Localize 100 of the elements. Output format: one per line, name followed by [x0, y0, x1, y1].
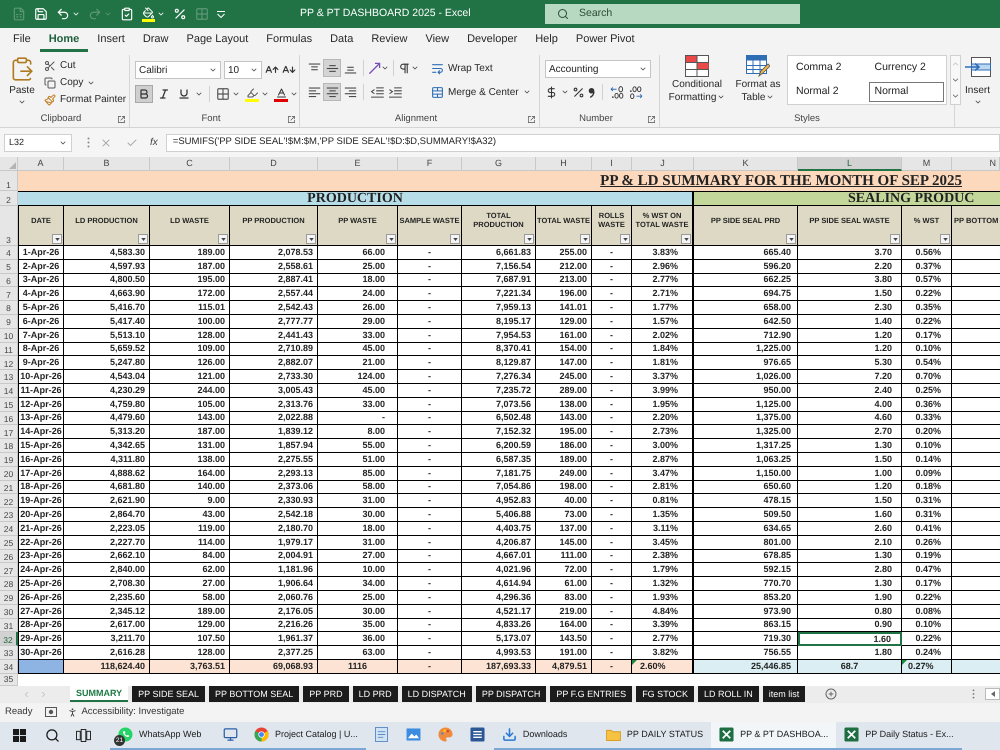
caret-icon[interactable]	[639, 65, 647, 73]
formula-input[interactable]: =SUMIFS('PP SIDE SEAL'!$M:$M,'PP SIDE SEAL'!$D:$D,SUMMARY!$A32)	[166, 134, 1000, 152]
row-number[interactable]: 5	[0, 260, 18, 274]
name-box[interactable]: L32	[4, 134, 72, 152]
save-icon[interactable]	[34, 7, 48, 21]
caret-icon[interactable]	[381, 64, 389, 72]
ribbon-tab[interactable]: Developer	[458, 30, 526, 52]
paste-button[interactable]: Paste	[5, 55, 39, 108]
row-number[interactable]: 9	[0, 314, 18, 329]
row-number[interactable]: 3	[0, 206, 18, 246]
row-number[interactable]: 11	[0, 342, 18, 356]
number-format-dropdown[interactable]: Accounting	[545, 60, 651, 78]
sheet-tab[interactable]: LD DISPATCH	[402, 686, 472, 702]
caret-icon[interactable]	[766, 92, 774, 101]
decrease-indent-icon[interactable]	[370, 86, 384, 98]
caret-icon[interactable]	[217, 10, 225, 18]
taskbar-item[interactable]: Project Catalog | U...	[246, 722, 366, 750]
taskbar-item[interactable]: Downloads	[494, 722, 598, 750]
decrease-decimal-icon[interactable]	[628, 86, 643, 98]
caret-icon[interactable]	[261, 90, 269, 98]
row-number[interactable]: 24	[0, 522, 18, 536]
row-number[interactable]: 17	[0, 425, 18, 440]
conditional-formatting-button[interactable]: Conditional Formatting	[665, 55, 729, 104]
column-header[interactable]: L	[798, 157, 902, 171]
insert-button[interactable]: Insert	[955, 55, 1000, 106]
caret-icon[interactable]	[522, 88, 531, 96]
sheet-tab[interactable]: FG STOCK	[636, 686, 694, 702]
align-button[interactable]	[323, 83, 341, 101]
row-number[interactable]: 23	[0, 508, 18, 522]
sheet-tab[interactable]: LD ROLL IN	[698, 686, 759, 702]
cell-style-item[interactable]: Normal 2	[790, 82, 866, 102]
filter-button[interactable]	[218, 234, 228, 244]
horizontal-scroll-bar[interactable]	[985, 688, 1000, 700]
row-number[interactable]: 20	[0, 466, 18, 481]
increase-indent-icon[interactable]	[388, 86, 402, 98]
caret-icon[interactable]	[59, 138, 67, 146]
corner-triangle-icon[interactable]	[902, 660, 907, 665]
cut-button[interactable]: Cut	[44, 57, 126, 74]
corner-arrow-icon[interactable]	[288, 116, 295, 123]
sheet-tab[interactable]: LD PRD	[352, 686, 398, 702]
font-color-icon[interactable]	[274, 86, 288, 102]
row-number[interactable]: 4	[0, 246, 18, 260]
start-icon[interactable]	[12, 729, 26, 742]
align-button[interactable]	[323, 59, 341, 77]
grid-icon[interactable]	[216, 87, 230, 101]
ribbon-tab[interactable]: Data	[321, 30, 362, 52]
copy-button[interactable]: Copy	[44, 74, 126, 91]
row-number[interactable]: 32	[0, 632, 18, 646]
panels-icon[interactable]	[76, 729, 90, 742]
row-number[interactable]: 16	[0, 412, 18, 426]
row-number[interactable]: 25	[0, 536, 18, 550]
caret-icon[interactable]	[157, 10, 165, 18]
row-number[interactable]: 31	[0, 618, 18, 632]
sheet-tab[interactable]: PP DISPATCH	[476, 686, 546, 702]
cell-style-item[interactable]: Currency 2	[868, 58, 944, 78]
row-number[interactable]: 33	[0, 646, 18, 660]
row-number[interactable]: 14	[0, 384, 18, 398]
row-number[interactable]: 15	[0, 398, 18, 412]
filter-button[interactable]	[580, 234, 590, 244]
ribbon-tab[interactable]: Formulas	[257, 30, 322, 52]
ribbon-tab[interactable]: Help	[526, 30, 567, 52]
taskbar-item[interactable]: PP Daily Status - Ex...	[836, 722, 962, 750]
filter-button[interactable]	[138, 234, 148, 244]
percent-icon[interactable]	[572, 86, 585, 98]
accessibility-button[interactable]: Accessibility: Investigate	[67, 705, 184, 720]
row-number[interactable]: 30	[0, 604, 18, 619]
row-number[interactable]: 21	[0, 480, 18, 494]
row-number[interactable]: 10	[0, 328, 18, 343]
add-icon[interactable]	[825, 688, 838, 700]
row-number[interactable]: 18	[0, 439, 18, 453]
row-number[interactable]: 26	[0, 550, 18, 564]
filter-button[interactable]	[786, 234, 796, 244]
search-icon[interactable]	[44, 728, 60, 744]
comma-icon[interactable]	[588, 86, 595, 98]
bold-button[interactable]	[135, 85, 153, 103]
filter-button[interactable]	[524, 234, 534, 244]
sheet-tab[interactable]: PP SIDE SEAL	[132, 686, 206, 702]
format-as-table-button[interactable]: Format as Table	[732, 55, 784, 104]
sheet-tab[interactable]: PP BOTTOM SEAL	[209, 686, 300, 702]
caret-icon[interactable]	[561, 88, 569, 96]
sheet-tab[interactable]: SUMMARY	[70, 686, 128, 702]
corner-arrow-icon[interactable]	[528, 116, 535, 123]
ribbon-tab[interactable]: View	[416, 30, 458, 52]
row-number[interactable]: 28	[0, 577, 18, 591]
ribbon-tab[interactable]: Draw	[134, 30, 178, 52]
ribbon-tab[interactable]: Insert	[88, 30, 134, 52]
increase-decimal-icon[interactable]	[610, 86, 625, 98]
caret-icon[interactable]	[717, 92, 726, 101]
filter-button[interactable]	[52, 234, 62, 244]
ribbon-tab[interactable]: Review	[362, 30, 416, 52]
filter-button[interactable]	[681, 234, 691, 244]
row-number[interactable]: 35	[0, 674, 18, 686]
left-triangle-icon[interactable]	[990, 691, 994, 698]
check-icon[interactable]	[126, 136, 138, 148]
clipboard-check-icon[interactable]	[120, 7, 134, 21]
search-field[interactable]: Search	[545, 4, 800, 24]
caret-icon[interactable]	[18, 98, 26, 106]
caret-icon[interactable]	[232, 90, 240, 98]
row-number[interactable]: 2	[0, 191, 18, 206]
merge-center-button[interactable]: Merge & Center	[431, 83, 531, 101]
